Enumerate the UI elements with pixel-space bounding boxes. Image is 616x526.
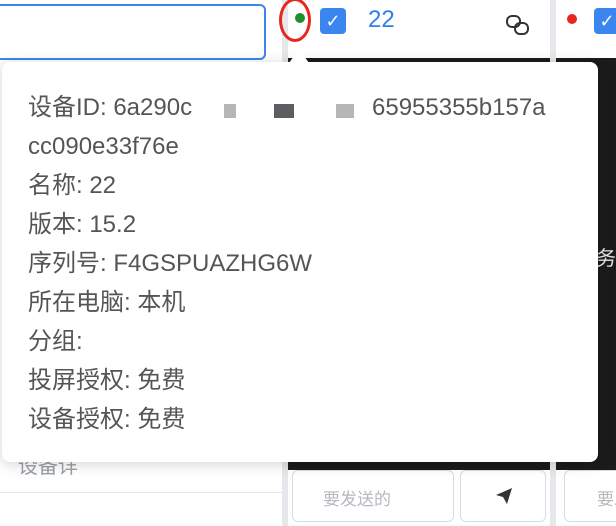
paper-plane-icon xyxy=(496,488,512,504)
device-name[interactable]: 22 xyxy=(368,6,395,34)
device-id-rest: 65955355b157a xyxy=(372,94,546,121)
divider xyxy=(0,492,282,493)
offline-status-dot xyxy=(567,14,577,24)
device-screen-2-text: 务 xyxy=(596,248,616,270)
tooltip-group: 分组: xyxy=(28,328,83,355)
link-icon[interactable] xyxy=(505,13,531,37)
tooltip-name: 名称: 22 xyxy=(28,172,117,199)
redaction-block xyxy=(274,104,294,118)
highlight-ring xyxy=(279,0,311,42)
message-input[interactable]: 要发送的 xyxy=(292,470,454,522)
device-id-label: 设备ID: 6a290c xyxy=(28,94,193,121)
tooltip-computer: 所在电脑: 本机 xyxy=(28,289,186,316)
tooltip-version: 版本: 15.2 xyxy=(28,211,137,238)
tooltip-device-id-cont: cc090e33f76e xyxy=(28,133,179,160)
redaction-block xyxy=(336,104,354,118)
device-info-tooltip: 设备ID: 6a290c 65955355b157a cc090e33f76e … xyxy=(2,62,598,462)
message-placeholder: 要发送的 xyxy=(323,490,391,509)
message-input-2[interactable]: 要发 xyxy=(564,470,616,522)
tooltip-device-license: 设备授权: 免费 xyxy=(28,406,186,433)
tooltip-arrow xyxy=(289,49,309,63)
message-placeholder-2: 要发 xyxy=(597,490,616,509)
tooltip-device-id: 设备ID: 6a290c 65955355b157a xyxy=(28,88,546,127)
redaction-block xyxy=(224,104,236,118)
device-select-checkbox-2[interactable]: ✓ xyxy=(594,8,616,34)
send-button[interactable] xyxy=(460,470,546,522)
device-select-checkbox[interactable]: ✓ xyxy=(320,8,346,34)
search-input[interactable] xyxy=(0,4,266,60)
tooltip-cast-license: 投屏授权: 免费 xyxy=(28,367,186,394)
tooltip-serial: 序列号: F4GSPUAZHG6W xyxy=(28,250,313,277)
